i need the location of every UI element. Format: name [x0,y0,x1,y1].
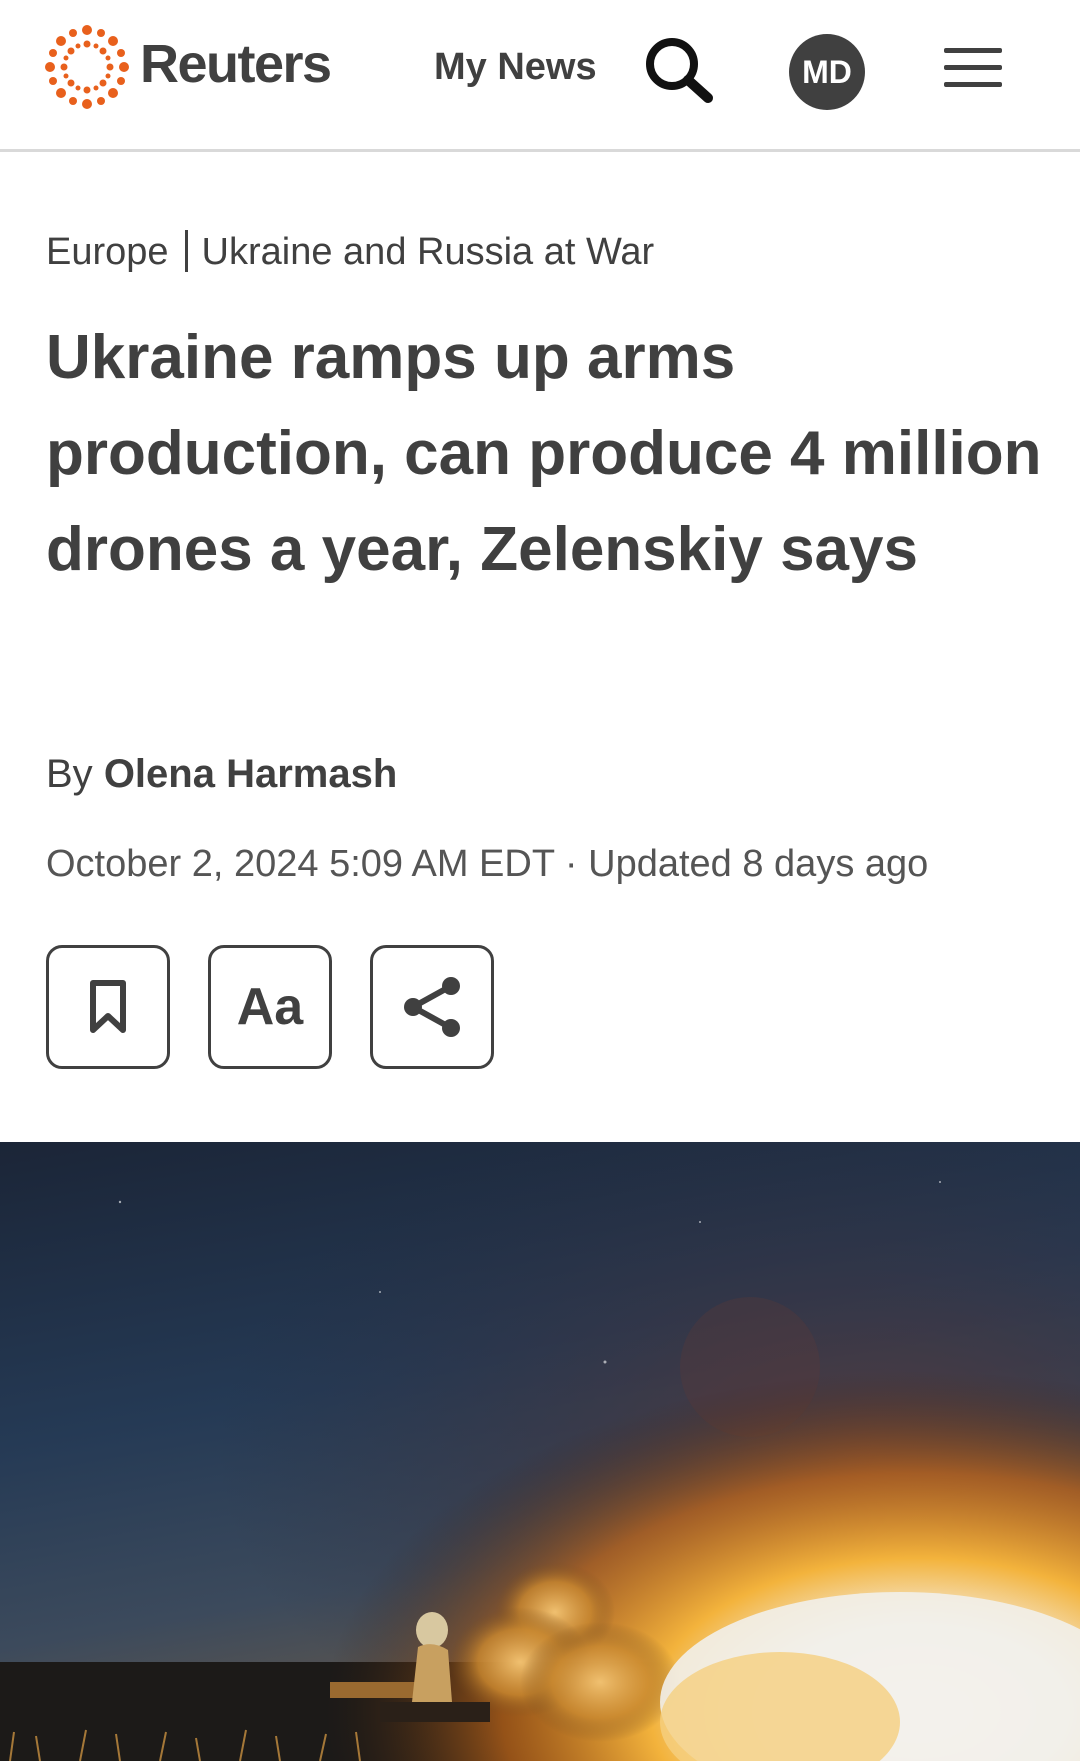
article-dateline: October 2, 2024 5:09 AM EDT · Updated 8 … [46,843,929,885]
breadcrumb: Europe Ukraine and Russia at War [46,230,654,274]
bookmark-button[interactable] [46,945,170,1069]
my-news-link[interactable]: My News [434,46,597,89]
text-size-label: Aa [236,978,304,1036]
byline-prefix: By [46,752,93,796]
article-headline: Ukraine ramps up arms production, can pr… [46,323,1042,584]
share-button[interactable] [370,945,494,1069]
breadcrumb-topic-link[interactable]: Ukraine and Russia at War [202,231,655,273]
breadcrumb-section-link[interactable]: Europe [46,231,169,273]
text-size-button[interactable]: Aa [208,945,332,1069]
share-icon [404,977,460,1037]
reuters-logo-icon[interactable] [44,24,130,110]
menu-icon[interactable] [944,44,1002,92]
article-hero-photo[interactable] [0,1142,1080,1761]
breadcrumb-divider [184,230,188,272]
user-avatar[interactable]: MD [789,34,865,110]
reuters-logo-text[interactable]: Reuters [140,33,332,95]
top-header: Reuters My News MD [0,0,1080,152]
bookmark-icon [90,980,126,1033]
search-icon[interactable] [644,36,714,104]
byline: By Olena Harmash [46,752,397,797]
author-link[interactable]: Olena Harmash [104,752,397,796]
